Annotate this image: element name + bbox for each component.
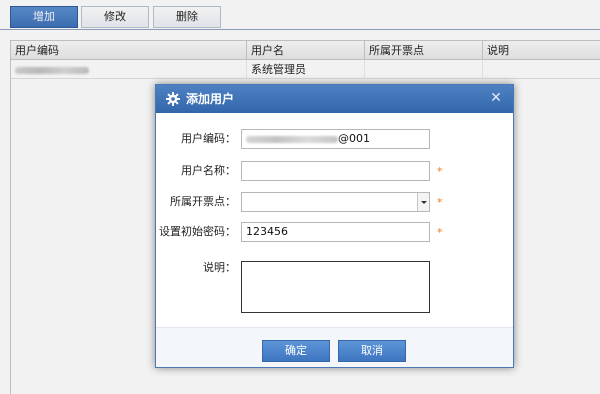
initial-password-field[interactable]: 123456	[241, 222, 430, 242]
user-code-label: 用户编码：	[181, 132, 236, 145]
initial-password-label: 设置初始密码：	[159, 225, 236, 238]
chevron-down-icon[interactable]	[417, 193, 429, 211]
cancel-button[interactable]: 取消	[338, 340, 406, 362]
redacted-user-code-prefix	[246, 135, 338, 143]
gear-icon	[166, 92, 180, 106]
dialog-title-bar[interactable]: 添加用户 ✕	[156, 85, 513, 113]
close-icon[interactable]: ✕	[487, 89, 505, 107]
dialog-footer: 确定 取消	[156, 327, 513, 367]
user-name-field[interactable]	[241, 161, 430, 181]
invoice-point-label: 所属开票点：	[170, 195, 236, 208]
required-marker: *	[437, 165, 443, 178]
remark-label: 说明：	[203, 261, 236, 274]
required-marker: *	[437, 226, 443, 239]
remark-textarea[interactable]	[241, 261, 430, 313]
confirm-button[interactable]: 确定	[262, 340, 330, 362]
user-code-suffix: @001	[338, 132, 370, 145]
user-name-label: 用户名称：	[181, 164, 236, 177]
add-user-dialog: 添加用户 ✕ 用户编码： @001 用户名称： * 所属开票点： * 设置初始密…	[155, 84, 514, 368]
dialog-title: 添加用户	[186, 92, 235, 106]
required-marker: *	[437, 196, 443, 209]
invoice-point-select[interactable]	[241, 192, 430, 212]
user-code-field[interactable]: @001	[241, 129, 430, 149]
